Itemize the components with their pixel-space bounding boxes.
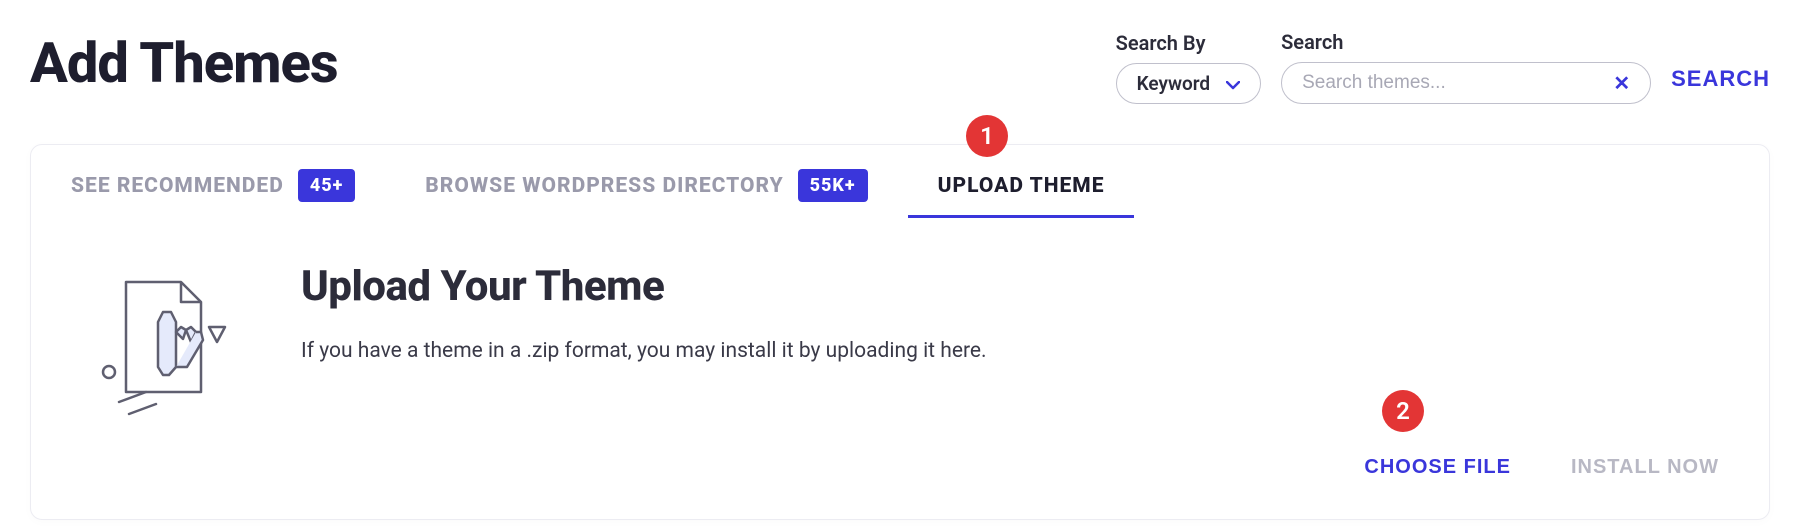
search-controls: Search By Keyword Search ✕ SEARCH [1116, 30, 1770, 104]
upload-title: Upload Your Theme [301, 262, 1719, 311]
annotation-marker-2: 2 [1382, 390, 1424, 432]
install-now-button[interactable]: INSTALL NOW [1571, 456, 1719, 479]
tab-see-recommended[interactable]: SEE RECOMMENDED 45+ [71, 169, 355, 222]
clear-icon[interactable]: ✕ [1613, 71, 1630, 95]
count-badge: 55K+ [798, 169, 868, 202]
annotation-marker-1: 1 [966, 115, 1008, 157]
count-badge: 45+ [298, 169, 355, 202]
tab-browse-directory[interactable]: BROWSE WORDPRESS DIRECTORY 55K+ [425, 169, 867, 222]
search-button[interactable]: SEARCH [1671, 66, 1770, 104]
chevron-down-icon [1226, 72, 1240, 95]
search-label: Search [1281, 30, 1651, 54]
upload-file-icon [101, 272, 231, 426]
upload-description: If you have a theme in a .zip format, yo… [301, 339, 1719, 363]
tab-upload-theme[interactable]: UPLOAD THEME [938, 174, 1105, 218]
search-by-dropdown[interactable]: Keyword [1116, 63, 1261, 104]
tab-label: BROWSE WORDPRESS DIRECTORY [425, 174, 783, 198]
search-field-wrap: ✕ [1281, 62, 1651, 104]
tabs: SEE RECOMMENDED 45+ BROWSE WORDPRESS DIR… [31, 145, 1769, 222]
search-by-label: Search By [1116, 31, 1261, 55]
search-input[interactable] [1302, 72, 1613, 94]
choose-file-button[interactable]: CHOOSE FILE [1364, 456, 1511, 479]
tab-label: SEE RECOMMENDED [71, 174, 284, 198]
main-panel: SEE RECOMMENDED 45+ BROWSE WORDPRESS DIR… [30, 144, 1770, 520]
tab-label: UPLOAD THEME [938, 174, 1105, 198]
search-by-value: Keyword [1137, 72, 1210, 95]
page-title: Add Themes [30, 30, 338, 96]
